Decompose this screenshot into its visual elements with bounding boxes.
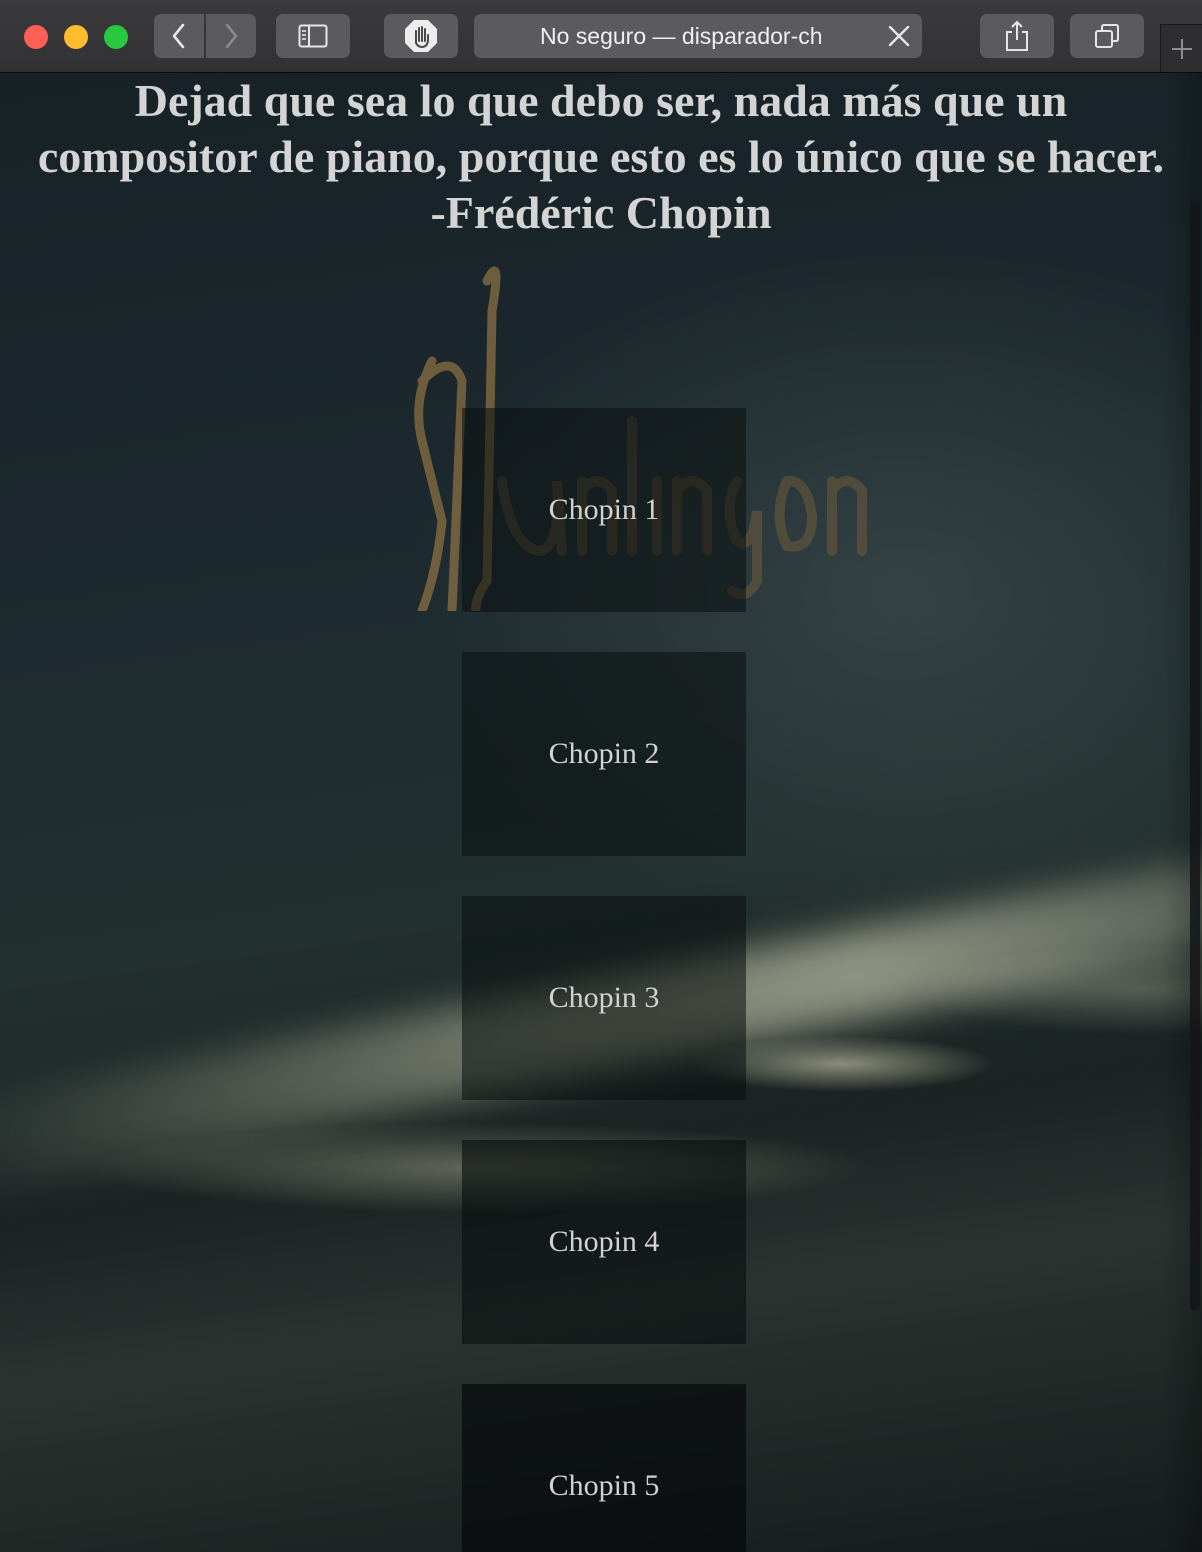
quote-line-1: Dejad que sea lo que debo ser, nada más … [134, 75, 1068, 126]
sidebar-button[interactable] [276, 14, 350, 58]
browser-toolbar: No seguro — disparador-ch [0, 0, 1202, 73]
forward-button[interactable] [206, 14, 256, 58]
chevron-left-icon [172, 23, 185, 49]
share-icon [1006, 21, 1028, 51]
sidebar-icon [298, 24, 328, 48]
chopin-3-button[interactable]: Chopin 3 [462, 896, 746, 1100]
address-text: No seguro — disparador-ch [540, 23, 823, 49]
tabs-overview-button[interactable] [1070, 14, 1144, 58]
tabs-icon [1095, 24, 1119, 48]
chopin-2-button[interactable]: Chopin 2 [462, 652, 746, 856]
share-button[interactable] [980, 14, 1054, 58]
quote-line-2: compositor de piano, porque esto es lo ú… [37, 131, 1165, 182]
back-button[interactable] [154, 14, 204, 58]
window-minimize-button[interactable] [64, 25, 88, 49]
hand-icon [405, 20, 437, 52]
vertical-scrollbar[interactable] [1190, 201, 1200, 1311]
content-blocker-button[interactable] [384, 14, 458, 58]
window-zoom-button[interactable] [104, 25, 128, 49]
quote-attribution: -Frédéric Chopin [430, 187, 772, 238]
chevron-right-icon [225, 23, 238, 49]
chopin-quote: Dejad que sea lo que debo ser, nada más … [0, 73, 1202, 241]
page-viewport: Dejad que sea lo que debo ser, nada más … [0, 73, 1202, 1552]
chopin-5-button[interactable]: Chopin 5 [462, 1384, 746, 1552]
address-bar[interactable]: No seguro — disparador-ch [474, 14, 922, 58]
close-icon[interactable] [886, 23, 912, 49]
chopin-1-button[interactable]: Chopin 1 [462, 408, 746, 612]
plus-icon [1171, 38, 1192, 59]
chopin-4-button[interactable]: Chopin 4 [462, 1140, 746, 1344]
window-close-button[interactable] [24, 25, 48, 49]
new-tab-button[interactable] [1160, 24, 1202, 72]
